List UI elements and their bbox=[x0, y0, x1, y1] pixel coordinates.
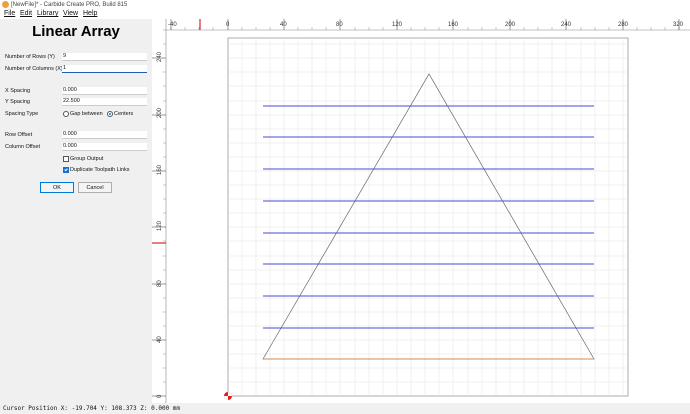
spacing-gap-label[interactable]: Gap between bbox=[70, 110, 103, 118]
spacing-type-label: Spacing Type bbox=[5, 111, 39, 117]
spacing-gap-radio[interactable] bbox=[63, 111, 69, 117]
y-spacing-label: Y Spacing bbox=[5, 99, 30, 105]
group-output-checkbox[interactable] bbox=[63, 156, 69, 162]
menu-file[interactable]: File bbox=[4, 9, 15, 19]
group-output-label[interactable]: Group Output bbox=[70, 155, 103, 163]
ruler-left-label: 40 bbox=[157, 336, 163, 343]
ruler-top-label: 80 bbox=[336, 22, 343, 28]
ruler-left-label: 160 bbox=[157, 164, 163, 175]
origin-icon bbox=[224, 392, 232, 400]
column-offset-input[interactable] bbox=[62, 143, 147, 151]
ruler-top-label: 240 bbox=[561, 22, 572, 28]
linear-array-panel: Linear Array Number of Rows (Y) Number o… bbox=[0, 19, 153, 403]
status-bar: Cursor Position X: -19.704 Y: 108.373 Z:… bbox=[0, 403, 690, 414]
app-logo-icon bbox=[2, 1, 9, 8]
ruler-top-label: 160 bbox=[448, 22, 459, 28]
cursor-position: Cursor Position X: -19.704 Y: 108.373 Z:… bbox=[3, 405, 181, 412]
column-offset-label: Column Offset bbox=[5, 144, 41, 150]
menu-view[interactable]: View bbox=[63, 9, 78, 19]
ruler-top-label: 320 bbox=[673, 22, 684, 28]
ruler-top-label: 280 bbox=[618, 22, 629, 28]
menu-library[interactable]: Library bbox=[37, 9, 58, 19]
ruler-left-label: 200 bbox=[157, 107, 163, 118]
cancel-button[interactable]: Cancel bbox=[78, 182, 112, 193]
design-canvas[interactable]: -40 0 40 80 120 160 200 240 280 320 240 … bbox=[152, 19, 690, 403]
ruler-left-label: 80 bbox=[157, 280, 163, 287]
columns-input[interactable] bbox=[62, 65, 147, 73]
ruler-top-label: 120 bbox=[392, 22, 403, 28]
rows-input[interactable] bbox=[62, 53, 147, 61]
menu-bar: File Edit Library View Help bbox=[0, 9, 690, 19]
x-spacing-label: X Spacing bbox=[5, 88, 31, 94]
panel-title: Linear Array bbox=[32, 23, 120, 40]
ruler-top-label: -40 bbox=[168, 22, 177, 28]
ruler-top-label: 40 bbox=[280, 22, 287, 28]
duplicate-toolpath-label[interactable]: Duplicate Toolpath Links bbox=[70, 166, 130, 174]
spacing-centers-label[interactable]: Centers bbox=[114, 110, 133, 118]
x-spacing-input[interactable] bbox=[62, 87, 147, 95]
menu-help[interactable]: Help bbox=[83, 9, 97, 19]
ruler-left-label: 240 bbox=[157, 51, 163, 62]
stock-area bbox=[227, 37, 629, 397]
spacing-centers-radio[interactable] bbox=[107, 111, 113, 117]
row-offset-label: Row Offset bbox=[5, 132, 33, 138]
ruler-left-label: 120 bbox=[157, 220, 163, 231]
rows-label: Number of Rows (Y) bbox=[5, 54, 55, 60]
duplicate-toolpath-checkbox[interactable] bbox=[63, 167, 69, 173]
ok-button[interactable]: OK bbox=[40, 182, 74, 193]
y-spacing-input[interactable] bbox=[62, 98, 147, 106]
ruler-top-label: 200 bbox=[505, 22, 516, 28]
columns-label: Number of Columns (X) bbox=[5, 66, 63, 72]
menu-edit[interactable]: Edit bbox=[20, 9, 32, 19]
row-offset-input[interactable] bbox=[62, 131, 147, 139]
